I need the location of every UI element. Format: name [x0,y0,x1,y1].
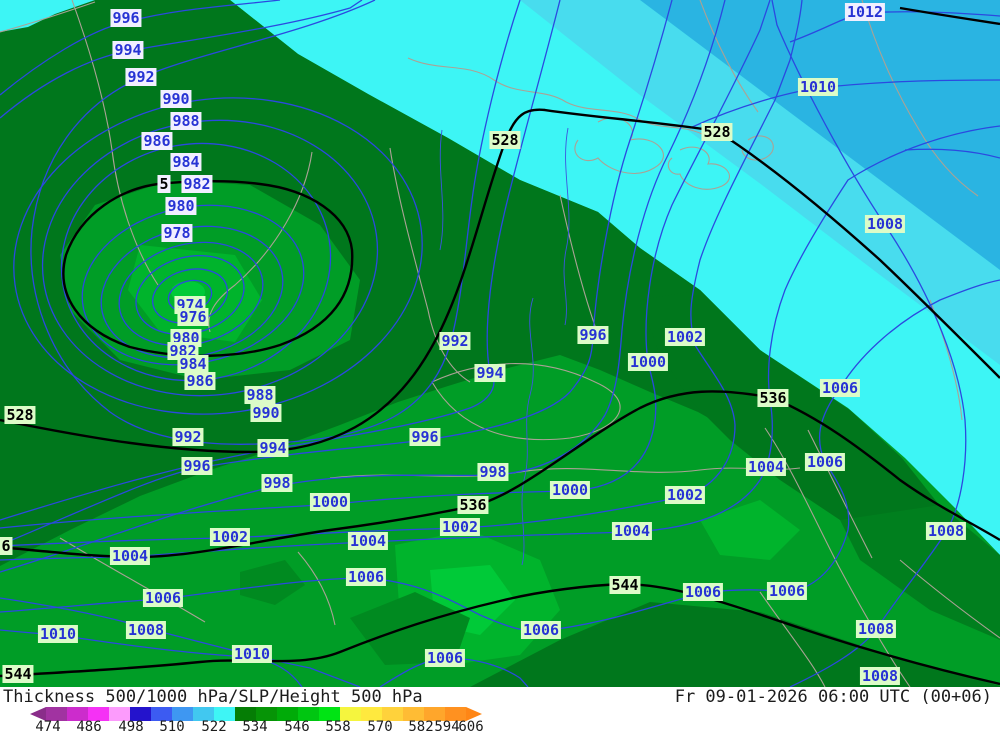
height-contour-label: 536 [457,496,489,514]
pressure-label: 1004 [347,532,389,550]
pressure-label: 984 [170,153,202,171]
pressure-label: 1002 [439,518,481,536]
pressure-label: 992 [439,332,471,350]
pressure-label: 998 [261,474,293,492]
pressure-label: 990 [160,90,192,108]
colorbar-tick: 594 [434,719,460,733]
weather-map: 996 994 992 990 988 986 984 5 982 980 978 974 976 980… [0,0,1000,687]
pressure-label: 982 [181,175,213,193]
colorbar-tick: 534 [242,719,268,733]
pressure-label: 998 [477,463,509,481]
pressure-label: 1006 [766,582,808,600]
pressure-label: 1004 [611,522,653,540]
pressure-label: 1008 [864,215,906,233]
height-contour-label: 5 [157,175,171,193]
pressure-label: 986 [141,132,173,150]
height-contour-label: 544 [2,665,34,683]
legend-titles: Thickness 500/1000 hPa/SLP/Height 500 hP… [0,687,1000,707]
pressure-label: 986 [184,372,216,390]
pressure-label: 996 [577,326,609,344]
pressure-label: 1006 [520,621,562,639]
pressure-label: 1000 [627,353,669,371]
pressure-label: 1012 [844,3,886,21]
height-contour-label: 544 [609,576,641,594]
valid-time-label: Fr 09-01-2026 06:00 UTC (00+06) [674,687,992,707]
pressure-label: 992 [125,68,157,86]
colorbar-tick: 498 [118,719,144,733]
pressure-label: 1008 [859,667,901,685]
pressure-label: 1002 [664,486,706,504]
pressure-label: 1006 [345,568,387,586]
pressure-label: 994 [474,364,506,382]
pressure-label: 1006 [819,379,861,397]
pressure-label: 978 [161,224,193,242]
colorbar-tick: 606 [458,719,484,733]
weather-map-canvas [0,0,1000,687]
pressure-label: 1010 [37,625,79,643]
height-contour-label: 528 [489,131,521,149]
height-contour-label: 536 [757,389,789,407]
pressure-label: 996 [110,9,142,27]
colorbar-tick: 522 [201,719,227,733]
pressure-label: 1006 [682,583,724,601]
height-contour-label: 528 [701,123,733,141]
pressure-label: 992 [172,428,204,446]
colorbar-tick: 546 [284,719,310,733]
pressure-label: 1006 [424,649,466,667]
colorbar-tick: 582 [408,719,434,733]
pressure-label: 1002 [664,328,706,346]
weather-chart-page: 996 994 992 990 988 986 984 5 982 980 978 974 976 980… [0,0,1000,733]
pressure-label: 976 [177,308,209,326]
pressure-label: 1008 [125,621,167,639]
pressure-label: 1008 [925,522,967,540]
pressure-label: 994 [112,41,144,59]
pressure-label: 1000 [309,493,351,511]
colorbar-tick: 474 [35,719,61,733]
pressure-label: 996 [409,428,441,446]
pressure-label: 1006 [142,589,184,607]
pressure-label: 988 [244,386,276,404]
legend-bar: Thickness 500/1000 hPa/SLP/Height 500 hP… [0,687,1000,733]
pressure-label: 980 [165,197,197,215]
pressure-label: 1002 [209,528,251,546]
colorbar-tick: 510 [159,719,185,733]
colorbar-tick: 486 [76,719,102,733]
pressure-label: 1004 [109,547,151,565]
pressure-label: 990 [250,404,282,422]
pressure-label: 984 [177,355,209,373]
colorbar-tick-labels: 474 486 498 510 522 534 546 558 570 582 594 606 [30,720,500,733]
pressure-label: 1000 [549,481,591,499]
colorbar-tick: 570 [367,719,393,733]
pressure-label: 1010 [797,78,839,96]
pressure-label: 1006 [804,453,846,471]
pressure-label: 1004 [745,458,787,476]
height-contour-label: 528 [4,406,36,424]
height-contour-label: 6 [0,537,13,555]
chart-title: Thickness 500/1000 hPa/SLP/Height 500 hP… [3,687,423,707]
pressure-label: 1010 [231,645,273,663]
pressure-label: 996 [181,457,213,475]
pressure-label: 988 [170,112,202,130]
colorbar-tick: 558 [325,719,351,733]
pressure-label: 1008 [855,620,897,638]
pressure-label: 994 [257,439,289,457]
